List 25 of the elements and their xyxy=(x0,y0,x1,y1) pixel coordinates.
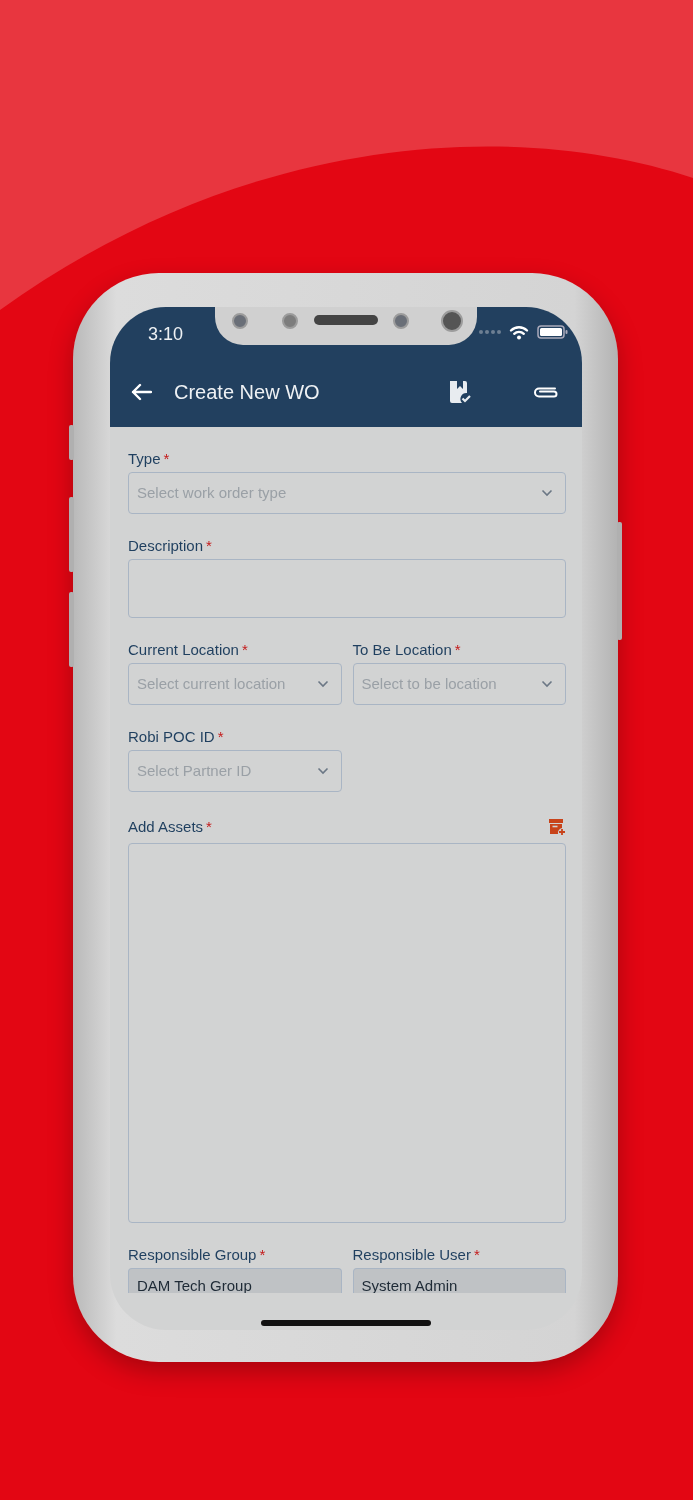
field-label: Current Location * xyxy=(128,640,248,660)
chevron-down-icon xyxy=(541,489,553,497)
select-field[interactable]: Select to be location xyxy=(352,663,566,705)
status-time: 3:10 xyxy=(148,322,184,346)
description-field[interactable] xyxy=(128,559,566,618)
document-check-icon[interactable] xyxy=(448,379,472,405)
field-label: Responsible Group * xyxy=(128,1245,266,1265)
field-label: Description * xyxy=(128,536,212,556)
add-box-icon[interactable] xyxy=(548,818,566,836)
field-label: To Be Location * xyxy=(352,640,461,660)
field-label: Add Assets * xyxy=(128,817,212,837)
field-label: Responsible User * xyxy=(352,1245,480,1265)
select-field[interactable]: Select Partner ID xyxy=(128,750,342,792)
signal-icon xyxy=(479,329,501,335)
chevron-down-icon xyxy=(316,767,329,775)
chevron-down-icon xyxy=(541,680,553,688)
select-field[interactable]: Select current location xyxy=(128,663,342,705)
select-field[interactable]: Select work order type xyxy=(128,472,566,514)
screen-title: Create New WO xyxy=(174,380,321,405)
back-arrow-icon[interactable] xyxy=(130,383,152,401)
battery-icon xyxy=(537,325,568,339)
field-label: Type * xyxy=(128,449,170,469)
wifi-icon xyxy=(509,324,529,340)
chevron-down-icon xyxy=(316,680,329,688)
field-label: Robi POC ID * xyxy=(128,727,224,747)
